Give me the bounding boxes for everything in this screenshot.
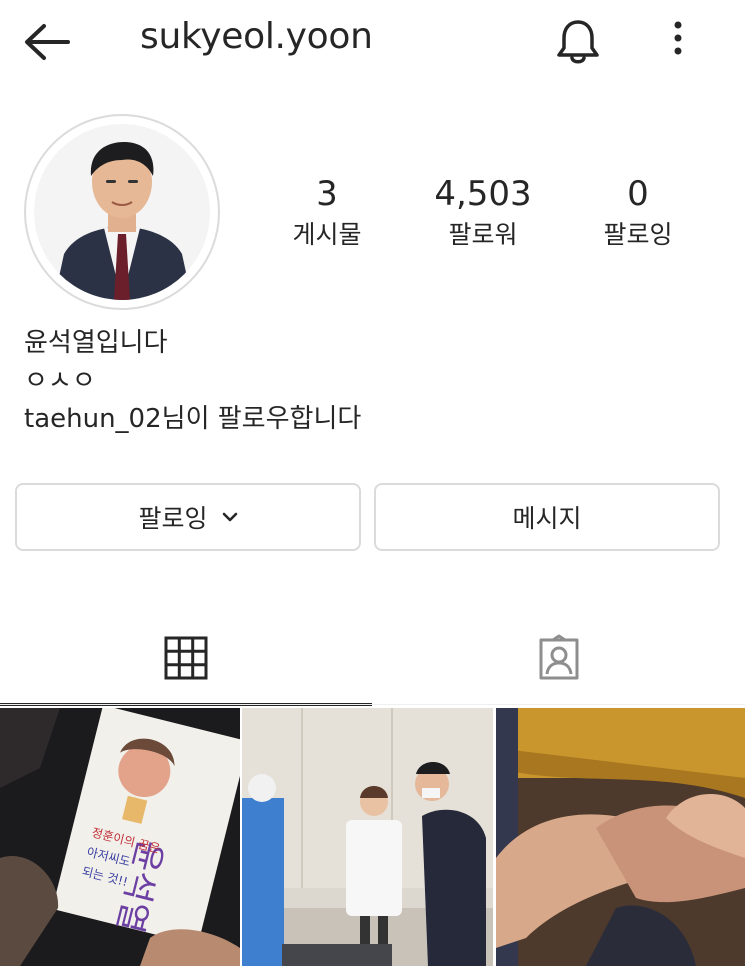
post-thumbnail-1[interactable]: 윤석열 정훈이의 꿈은 아저씨도 되는 것!! — [0, 708, 240, 966]
stat-following-count: 0 — [627, 174, 649, 214]
arrow-left-icon — [25, 24, 70, 60]
following-button[interactable]: 팔로잉 — [15, 483, 361, 551]
profile-photo — [34, 124, 210, 300]
followed-by[interactable]: taehun_02님이 팔로우합니다 — [24, 400, 361, 438]
tab-tagged[interactable] — [373, 612, 745, 704]
profile-bio: 윤석열입니다 ㅇㅅㅇ taehun_02님이 팔로우합니다 — [24, 324, 361, 438]
tab-divider — [0, 704, 745, 705]
post-thumbnail-3[interactable] — [496, 708, 745, 966]
stat-posts-label: 게시물 — [292, 220, 362, 249]
stat-following-label: 팔로잉 — [603, 220, 673, 249]
hands-photo — [496, 708, 745, 966]
bell-icon — [557, 20, 599, 64]
chevron-down-icon — [222, 512, 237, 522]
post-thumbnail-2[interactable] — [242, 708, 493, 966]
avatar[interactable] — [34, 124, 210, 300]
stat-followers-label: 팔로워 — [448, 220, 518, 249]
back-button[interactable] — [18, 18, 78, 66]
more-vertical-icon — [674, 21, 682, 55]
profile-username: sukyeol.yoon — [140, 16, 373, 57]
top-bar: sukyeol.yoon — [0, 0, 745, 84]
stat-followers-count: 4,503 — [434, 174, 532, 214]
message-button[interactable]: 메시지 — [374, 483, 720, 551]
stat-posts[interactable]: 3 게시물 — [247, 172, 407, 252]
tagged-person-icon — [539, 634, 579, 680]
more-options-button[interactable] — [658, 14, 698, 70]
stat-followers[interactable]: 4,503 팔로워 — [403, 172, 563, 252]
bio-text: ㅇㅅㅇ — [24, 366, 96, 396]
avatar-ring[interactable] — [24, 114, 220, 310]
followed-by-username[interactable]: taehun_02 — [24, 404, 162, 434]
notifications-button[interactable] — [550, 14, 606, 70]
message-button-label: 메시지 — [512, 504, 582, 533]
following-button-label: 팔로잉 — [138, 504, 208, 533]
stat-posts-count: 3 — [316, 174, 338, 214]
grid-icon — [164, 636, 208, 679]
bio-name: 윤석열입니다 — [24, 328, 168, 358]
child-drawing-photo: 윤석열 정훈이의 꿈은 아저씨도 되는 것!! — [0, 708, 240, 966]
tab-grid[interactable] — [0, 612, 372, 706]
medical-staff-photo — [242, 708, 493, 966]
stat-following[interactable]: 0 팔로잉 — [558, 172, 718, 252]
followed-by-suffix: 님이 팔로우합니다 — [161, 404, 362, 434]
